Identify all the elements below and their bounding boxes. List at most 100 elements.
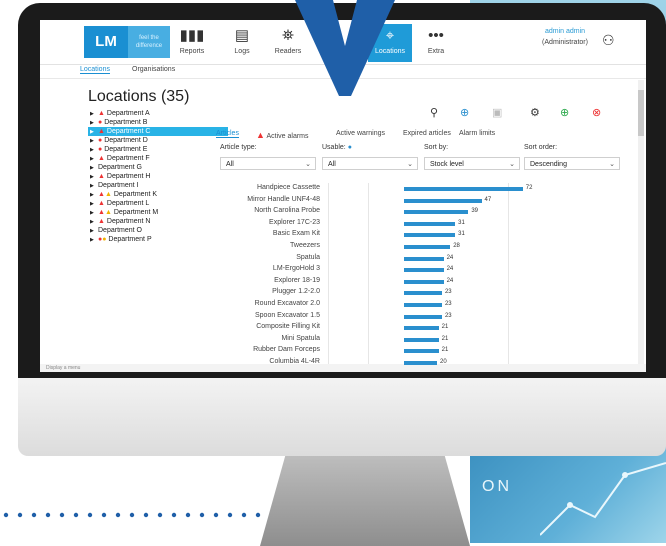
nav-logs[interactable]: ▤ Logs (220, 24, 264, 62)
bar[interactable] (404, 245, 451, 249)
tab-organisations[interactable]: Organisations (132, 66, 175, 73)
tab-locations[interactable]: Locations (80, 66, 110, 74)
nav-label: Logs (234, 48, 250, 55)
bar-label: Columbia 4L-4R (269, 358, 320, 365)
gear-icon[interactable]: ⚙ (530, 106, 540, 119)
bar[interactable] (404, 187, 523, 191)
help-icon[interactable]: ● (348, 144, 352, 151)
alert-icon: ▲ (98, 191, 105, 198)
tree-item[interactable]: ▶ ▲ Department H (88, 172, 228, 181)
monitor-stand (260, 456, 470, 546)
bar[interactable] (404, 291, 442, 296)
tree-item-label: Department A (106, 110, 150, 117)
tab-articles[interactable]: Articles (216, 130, 239, 138)
app-logo[interactable]: LM (84, 26, 128, 58)
bar-value: 24 (446, 277, 454, 284)
bar-label: Basic Exam Kit (272, 230, 320, 238)
bar[interactable] (404, 210, 469, 215)
tree-item-label: Department N (106, 218, 151, 225)
alert-icon: ▲ (98, 209, 105, 216)
chart-gridline (328, 183, 329, 372)
bar[interactable] (404, 268, 444, 273)
document-icon: ▤ (234, 27, 250, 44)
tree-item[interactable]: ▶ ▲ Department A (88, 109, 228, 118)
bar-label: Rubber Dam Forceps (253, 346, 320, 354)
bar-label: Spatula (296, 253, 320, 261)
bar[interactable] (404, 326, 439, 331)
edit-icon[interactable]: ▣ (492, 106, 502, 119)
bar-value: 21 (441, 324, 449, 331)
bar-value: 24 (446, 254, 454, 261)
article-type-select[interactable]: All ⌄ (220, 157, 316, 170)
bar-chart-icon: ▮▮▮ (179, 27, 205, 44)
alert-dot-icon: ● (98, 137, 103, 144)
tab-active-alarms[interactable]: ▲ Active alarms (256, 130, 309, 140)
bar-value: 47 (484, 196, 492, 203)
tree-item-label: Department K (113, 191, 158, 198)
bar-value: 31 (458, 231, 465, 238)
bar-label: Plugger 1.2-2.0 (272, 288, 320, 296)
tree-item[interactable]: ▶ ● Department B (88, 118, 228, 127)
bar-label: LM-ErgoHold 3 (272, 265, 320, 273)
chevron-down-icon: ⌄ (509, 161, 515, 168)
add-location-icon[interactable]: ⊕ (460, 106, 469, 119)
tree-item[interactable]: ▶ ● Department D (88, 136, 228, 145)
bar[interactable] (404, 256, 444, 261)
tree-item-label: Department H (106, 173, 151, 180)
sort-by-label: Sort by: (424, 144, 449, 151)
tab-alarm-limits[interactable]: Alarm limits (459, 130, 495, 137)
select-value: All (328, 161, 336, 168)
bar-label: Explorer 18-19 (274, 276, 320, 284)
bar-label: Spoon Excavator 1.5 (255, 311, 320, 319)
tree-item-selected[interactable]: ▶ ▲ Department C (88, 127, 228, 136)
sort-order-select[interactable]: Descending ⌄ (524, 157, 620, 170)
add-icon[interactable]: ⊕ (560, 106, 569, 119)
bar-label: Tweezers (290, 242, 320, 249)
sort-order-label: Sort order: (524, 144, 558, 151)
bar-label: Round Excavator 2.0 (254, 300, 320, 307)
remove-icon[interactable]: ⊗ (592, 106, 601, 119)
tree-item-label: Department B (104, 119, 148, 126)
page-title: Locations (35) (88, 88, 190, 105)
search-icon[interactable]: ⚲ (430, 106, 438, 119)
bar-label: Handpiece Cassette (256, 184, 320, 191)
bar[interactable] (404, 314, 442, 319)
tab-expired-articles[interactable]: Expired articles (403, 130, 451, 137)
tab-active-warnings[interactable]: Active warnings (336, 130, 385, 137)
nav-reports[interactable]: ▮▮▮ Reports (170, 24, 214, 62)
tree-item[interactable]: ▶ Department G (88, 163, 228, 172)
nav-label: Reports (179, 48, 205, 55)
user-icon[interactable]: ⚇ (602, 32, 615, 49)
sort-by-select[interactable]: Stock level ⌄ (424, 157, 520, 170)
bar-value: 31 (458, 219, 465, 226)
nav-label: Extra (427, 48, 445, 55)
nav-extra[interactable]: ••• Extra (414, 24, 458, 62)
alert-icon: ▲ (98, 200, 105, 207)
warning-icon: ▲ (104, 191, 112, 198)
bar[interactable] (404, 303, 442, 307)
user-info[interactable]: admin admin (Administrator) (530, 28, 600, 46)
alert-icon: ▲ (98, 218, 105, 225)
scrollbar-thumb[interactable] (638, 90, 644, 136)
bar[interactable] (404, 361, 437, 365)
usable-label-text: Usable: (322, 144, 346, 151)
bar[interactable] (404, 337, 439, 342)
bar-label: North Carolina Probe (254, 207, 320, 215)
tree-item-label: Department C (106, 128, 151, 135)
tree-item[interactable]: ▶ ▲ Department F (88, 154, 228, 163)
bar[interactable] (404, 349, 439, 354)
decorative-line-chart (540, 462, 666, 536)
dotted-line (3, 512, 261, 518)
tree-item-label: Department F (106, 155, 150, 162)
bar-value: 23 (444, 289, 452, 296)
bar-value: 24 (446, 266, 454, 273)
select-value: All (226, 161, 234, 168)
bar[interactable] (404, 279, 444, 284)
usable-select[interactable]: All ⌄ (322, 157, 418, 170)
expand-icon[interactable]: ▶ (90, 236, 98, 245)
bar[interactable] (404, 233, 456, 238)
bar[interactable] (404, 198, 482, 203)
bar[interactable] (404, 221, 456, 226)
tree-item[interactable]: ▶ ● Department E (88, 145, 228, 154)
tree-item-label: Department I (98, 182, 139, 189)
